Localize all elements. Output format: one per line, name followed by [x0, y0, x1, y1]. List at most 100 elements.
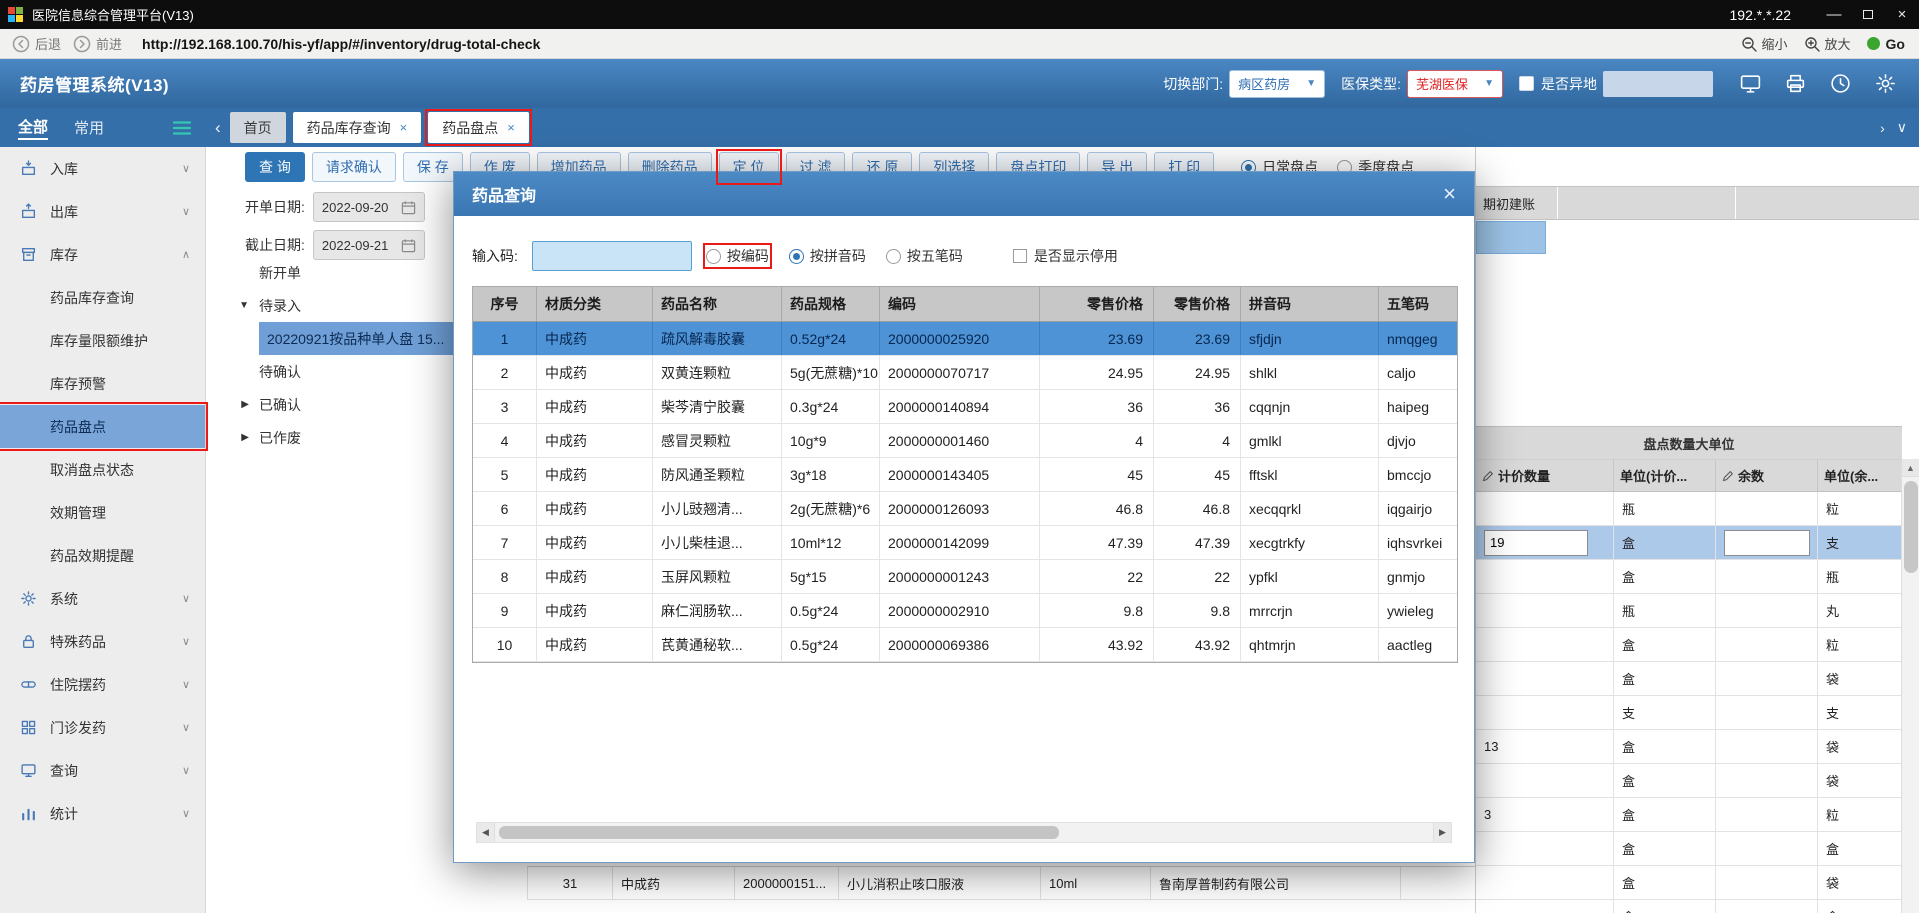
remote-checkbox[interactable]: [1519, 76, 1534, 91]
remote-input[interactable]: [1603, 70, 1713, 97]
gear-icon[interactable]: [1874, 72, 1897, 95]
menu-tab-common[interactable]: 常用: [74, 117, 104, 138]
scrollbar-thumb[interactable]: [1904, 481, 1918, 573]
chevron-down-icon: ∨: [181, 593, 190, 605]
close-button[interactable]: ×: [1885, 0, 1919, 29]
stock-row[interactable]: 盒盒: [1476, 832, 1902, 866]
go-button[interactable]: Go: [1886, 36, 1905, 52]
stock-row[interactable]: 盒盒: [1476, 900, 1902, 913]
scroll-right-icon[interactable]: ▶: [1433, 823, 1451, 842]
menu-tab-all[interactable]: 全部: [18, 116, 49, 140]
drug-table-row[interactable]: 5 中成药 防风通圣颗粒 3g*18 2000000143405 45 45 fftskl bm…: [473, 458, 1457, 492]
hamburger-menu-icon[interactable]: [172, 120, 192, 136]
sidebar-item-system[interactable]: 系统 ∨: [0, 577, 205, 620]
sidebar-item-drug-expiry-reminder[interactable]: 药品效期提醒: [0, 534, 205, 577]
sidebar-item-outpatient-dispensing[interactable]: 门诊发药 ∨: [0, 706, 205, 749]
stock-row[interactable]: 瓶丸: [1476, 594, 1902, 628]
tab-scroll-left-icon[interactable]: ‹: [215, 118, 221, 138]
sidebar-item-inpatient-dispensing[interactable]: 住院摆药 ∨: [0, 663, 205, 706]
tab-close-icon[interactable]: ×: [507, 120, 515, 135]
radio-by-pinyin[interactable]: 按拼音码: [788, 246, 866, 266]
tab-scroll-right-icon[interactable]: ›: [1880, 120, 1885, 136]
tab-drug-stocktake[interactable]: 药品盘点 ×: [428, 112, 529, 143]
drug-table-row[interactable]: 1 中成药 疏风解毒胶囊 0.52g*24 2000000025920 23.69 23.6…: [473, 322, 1457, 356]
selected-grid-cell[interactable]: [1476, 221, 1546, 254]
request-confirm-button[interactable]: 请求确认: [311, 152, 396, 182]
tab-list-dropdown-icon[interactable]: ∨: [1897, 119, 1907, 136]
address-bar[interactable]: http://192.168.100.70/his-yf/app/#/inven…: [142, 36, 540, 52]
stock-row[interactable]: 盒袋: [1476, 662, 1902, 696]
window-titlebar: 医院信息综合管理平台(V13) 192.*.*.22 — ×: [0, 0, 1919, 29]
minimize-button[interactable]: —: [1817, 0, 1851, 29]
sidebar-item-label: 住院摆药: [50, 676, 106, 693]
sidebar-item-inventory[interactable]: 库存 ∧: [0, 233, 205, 276]
drug-table-row[interactable]: 10 中成药 芪黄通秘软... 0.5g*24 2000000069386 43.92 43…: [473, 628, 1457, 662]
printer-icon[interactable]: [1784, 72, 1807, 95]
modal-close-icon[interactable]: ×: [1443, 183, 1456, 205]
sidebar-item-stock-limit-maintenance[interactable]: 库存量限额维护: [0, 319, 205, 362]
table-cell: 1: [473, 322, 537, 355]
radio-by-code[interactable]: 按编码: [705, 246, 769, 266]
history-icon[interactable]: [1829, 72, 1852, 95]
stock-row[interactable]: 盒袋: [1476, 764, 1902, 798]
stock-row[interactable]: 瓶粒: [1476, 492, 1902, 526]
tree-down-arrow-icon[interactable]: ▼: [207, 300, 249, 311]
drug-table-row[interactable]: 3 中成药 柴芩清宁胶囊 0.3g*24 2000000140894 36 36 cqqnjn…: [473, 390, 1457, 424]
query-button[interactable]: 查 询: [245, 152, 305, 182]
drug-table-row[interactable]: 7 中成药 小儿柴桂退... 10ml*12 2000000142099 47.39 47.…: [473, 526, 1457, 560]
stock-row[interactable]: 盒瓶: [1476, 560, 1902, 594]
drug-table-row[interactable]: 8 中成药 玉屏风颗粒 5g*15 2000000001243 22 22 ypfkl gnmj…: [473, 560, 1457, 594]
stock-row[interactable]: 支支: [1476, 696, 1902, 730]
sidebar-item-drug-stock-query[interactable]: 药品库存查询: [0, 276, 205, 319]
stock-row[interactable]: 13 盒 袋: [1476, 730, 1902, 764]
tab-drug-stock-query[interactable]: 药品库存查询 ×: [292, 112, 422, 143]
sidebar-item-expiry-management[interactable]: 效期管理: [0, 491, 205, 534]
table-cell: 2g(无蔗糖)*6: [782, 492, 880, 525]
sidebar-item-outbound[interactable]: 出库 ∨: [0, 190, 205, 233]
drug-table-row[interactable]: 9 中成药 麻仁润肠软... 0.5g*24 2000000002910 9.8 9.8 mr…: [473, 594, 1457, 628]
drug-table-row[interactable]: 6 中成药 小儿豉翘清... 2g(无蔗糖)*6 2000000126093 46.8 46…: [473, 492, 1457, 526]
sidebar-item-cancel-stocktake-status[interactable]: 取消盘点状态: [0, 448, 205, 491]
chevron-down-icon: ∨: [181, 765, 190, 777]
unit-cell: 盒: [1614, 764, 1716, 797]
stock-row[interactable]: 盒支: [1476, 526, 1902, 560]
insurance-select[interactable]: 芜湖医保 ▼: [1407, 69, 1503, 98]
sidebar-item-query[interactable]: 查询 ∨: [0, 749, 205, 792]
drug-table-row[interactable]: 2 中成药 双黄连颗粒 5g(无蔗糖)*10 2000000070717 24.95 24.…: [473, 356, 1457, 390]
tab-close-icon[interactable]: ×: [400, 120, 408, 135]
tree-right-arrow-icon[interactable]: ▶: [207, 399, 249, 410]
scroll-up-icon[interactable]: ▲: [1902, 459, 1919, 477]
input-code-field[interactable]: [531, 241, 692, 271]
screen-share-icon[interactable]: [1739, 72, 1762, 95]
tab-home[interactable]: 首页: [229, 112, 286, 143]
show-disabled-checkbox-wrap[interactable]: 是否显示停用: [1012, 246, 1118, 266]
back-button[interactable]: 后退: [12, 34, 61, 53]
column-header: 材质分类: [537, 287, 653, 321]
zoom-out-button[interactable]: 缩小: [1741, 34, 1788, 53]
dept-select[interactable]: 病区药房 ▼: [1229, 69, 1326, 98]
scroll-left-icon[interactable]: ◀: [477, 823, 495, 842]
tree-right-arrow-icon[interactable]: ▶: [207, 432, 249, 443]
scrollbar-thumb[interactable]: [499, 826, 1059, 839]
sidebar-item-statistics[interactable]: 统计 ∨: [0, 792, 205, 835]
start-date-input[interactable]: 2022-09-20: [312, 192, 425, 222]
vertical-scrollbar[interactable]: ▲: [1901, 459, 1919, 913]
modal-header[interactable]: 药品查询 ×: [454, 172, 1474, 216]
stock-row[interactable]: 盒袋: [1476, 866, 1902, 900]
sidebar-item-special-drugs[interactable]: 特殊药品 ∨: [0, 620, 205, 663]
grid-bottom-row[interactable]: 31 中成药 2000000151... 小儿消积止咳口服液 10ml 鲁南厚普制药有限公…: [527, 866, 1476, 900]
horizontal-scrollbar[interactable]: ◀ ▶: [476, 822, 1452, 843]
maximize-button[interactable]: [1851, 0, 1885, 29]
qty-input[interactable]: [1484, 529, 1588, 556]
radio-by-wubi[interactable]: 按五笔码: [885, 246, 963, 266]
sidebar-item-inbound[interactable]: 入库 ∨: [0, 147, 205, 190]
stock-row[interactable]: 3盒 粒: [1476, 798, 1902, 832]
forward-button[interactable]: 前进: [73, 34, 122, 53]
zoom-in-button[interactable]: 放大: [1804, 34, 1851, 53]
unit-cell: 盒: [1614, 526, 1716, 559]
sidebar-item-stock-warning[interactable]: 库存预警: [0, 362, 205, 405]
remainder-input[interactable]: [1724, 529, 1810, 556]
sidebar-item-drug-stocktake[interactable]: 药品盘点: [0, 405, 205, 448]
stock-row[interactable]: 盒粒: [1476, 628, 1902, 662]
drug-table-row[interactable]: 4 中成药 感冒灵颗粒 10g*9 2000000001460 4 4 gmlkl djvjo: [473, 424, 1457, 458]
